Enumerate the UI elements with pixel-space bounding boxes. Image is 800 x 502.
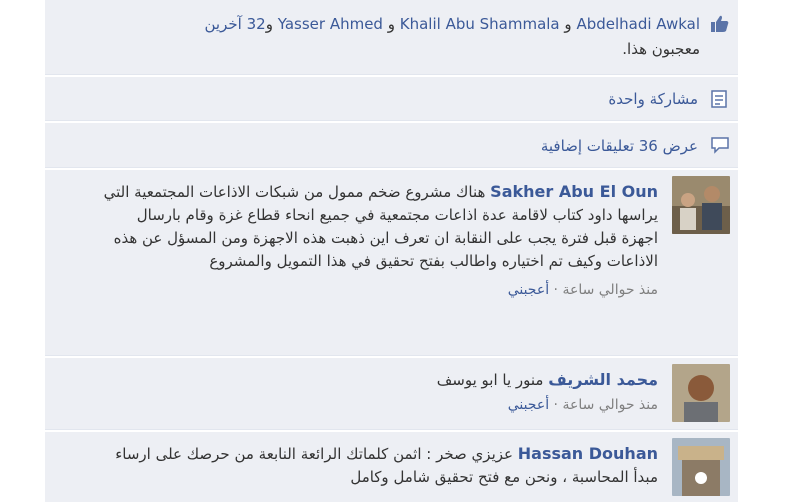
comment-body: محمد الشريف منور يا ابو يوسف منذ حوالي س… xyxy=(98,368,658,417)
avatar[interactable] xyxy=(672,176,730,234)
comment-meta: منذ حوالي ساعة · أعجبني xyxy=(98,394,658,417)
comment-body: Sakher Abu El Oun هناك مشروع ضخم ممول من… xyxy=(98,180,658,302)
shares-row: مشاركة واحدة xyxy=(45,77,738,121)
likes-tail: معجبون هذا. xyxy=(622,40,700,58)
meta-separator: · xyxy=(553,282,558,298)
more-comments-row: عرض 36 تعليقات إضافية xyxy=(45,123,738,168)
comment-item: Sakher Abu El Oun هناك مشروع ضخم ممول من… xyxy=(45,170,738,356)
comment-author[interactable]: محمد الشريف xyxy=(548,370,658,389)
speech-bubble-icon xyxy=(710,135,730,155)
share-icon xyxy=(710,89,730,109)
others-link[interactable]: 32 آخرين xyxy=(205,15,266,33)
like-comment-link[interactable]: أعجبني xyxy=(508,282,549,298)
comment-meta: منذ حوالي ساعة · أعجبني xyxy=(98,279,658,302)
comment-time: منذ حوالي ساعة xyxy=(562,282,658,298)
likes-text: Abdelhadi Awkal و Khalil Abu Shammala و … xyxy=(60,12,700,62)
comment-author[interactable]: Hassan Douhan xyxy=(518,444,658,463)
avatar[interactable] xyxy=(672,438,730,496)
feedback-panel: Abdelhadi Awkal و Khalil Abu Shammala و … xyxy=(45,0,738,502)
meta-separator: · xyxy=(553,397,558,413)
thumbs-up-icon xyxy=(710,14,730,34)
likes-row: Abdelhadi Awkal و Khalil Abu Shammala و … xyxy=(45,0,738,75)
comment-time: منذ حوالي ساعة xyxy=(562,397,658,413)
view-more-comments-link[interactable]: عرض 36 تعليقات إضافية xyxy=(541,134,698,158)
comment-text: منور يا ابو يوسف xyxy=(436,371,544,389)
others-word: آخرين xyxy=(204,15,242,33)
comment-item: محمد الشريف منور يا ابو يوسف منذ حوالي س… xyxy=(45,358,738,430)
avatar[interactable] xyxy=(672,364,730,422)
liker-link[interactable]: Abdelhadi Awkal xyxy=(576,15,700,33)
comment-item: Hassan Douhan عزيزي صخر : اثمن كلماتك ال… xyxy=(45,432,738,502)
comment-author[interactable]: Sakher Abu El Oun xyxy=(490,182,658,201)
like-comment-link[interactable]: أعجبني xyxy=(508,397,549,413)
and-joiner: و xyxy=(387,15,395,33)
shares-link[interactable]: مشاركة واحدة xyxy=(608,87,698,111)
comment-body: Hassan Douhan عزيزي صخر : اثمن كلماتك ال… xyxy=(98,442,658,489)
and-joiner: و xyxy=(564,15,572,33)
others-count: 32 xyxy=(246,15,266,33)
liker-link[interactable]: Yasser Ahmed xyxy=(278,15,383,33)
liker-link[interactable]: Khalil Abu Shammala xyxy=(400,15,560,33)
and-joiner: و xyxy=(265,15,273,33)
